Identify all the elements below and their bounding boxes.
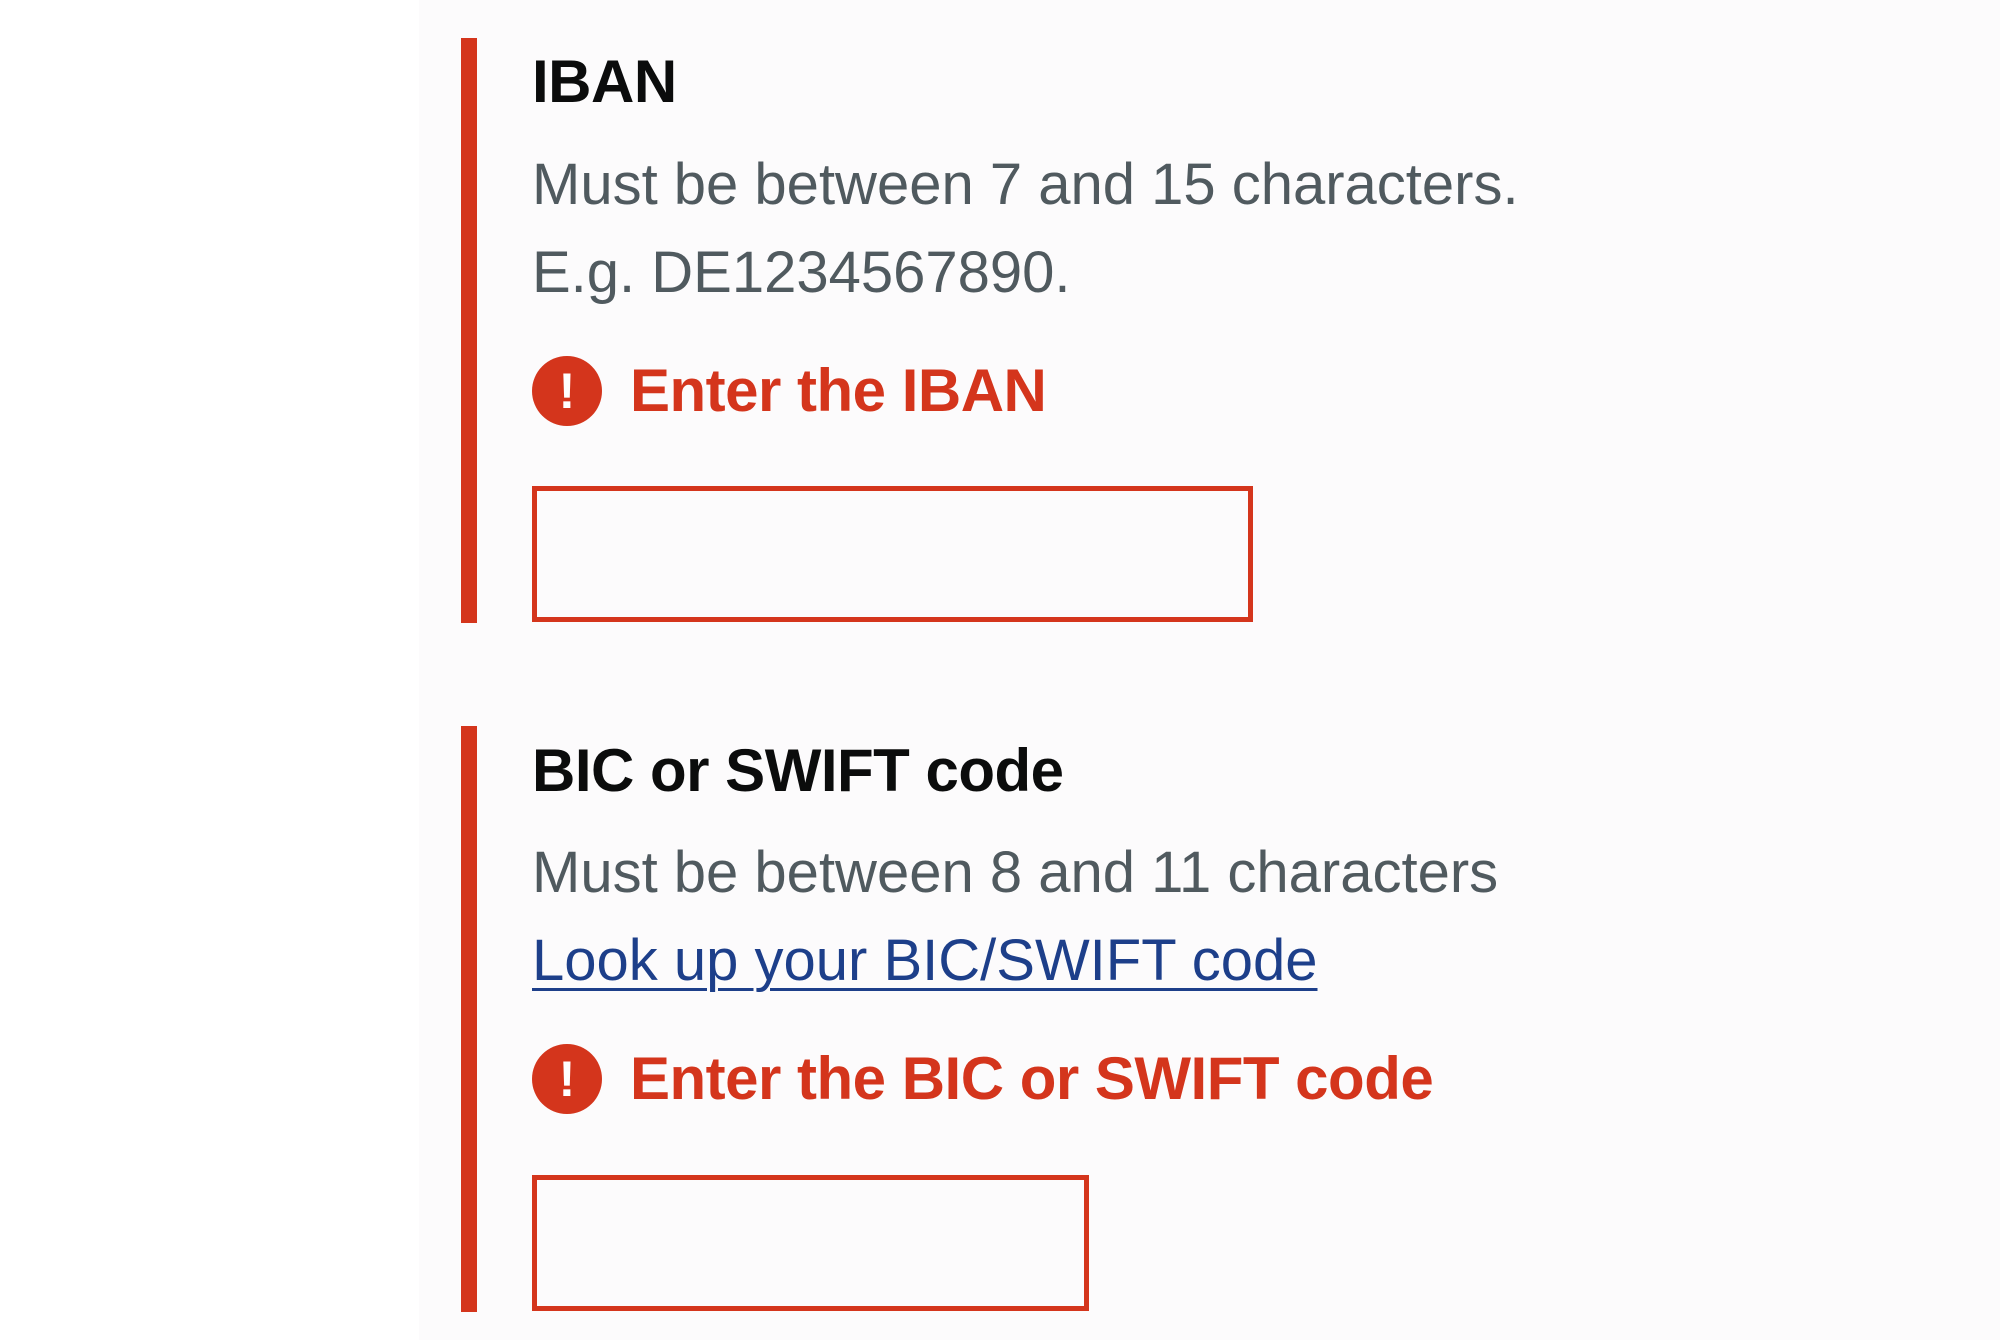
iban-error-bar — [461, 38, 477, 623]
bic-label: BIC or SWIFT code — [532, 737, 1064, 804]
bic-error-text: Enter the BIC or SWIFT code — [630, 1045, 1434, 1112]
iban-error-text: Enter the IBAN — [630, 357, 1047, 424]
iban-hint-line-1: Must be between 7 and 15 characters. — [532, 152, 1519, 217]
bic-form-group: BIC or SWIFT code Must be between 8 and … — [461, 726, 1761, 1312]
iban-input[interactable] — [532, 486, 1253, 622]
bic-error-bar — [461, 726, 477, 1312]
iban-label: IBAN — [532, 48, 677, 115]
bic-input[interactable] — [532, 1175, 1089, 1311]
exclamation-circle-icon: ! — [532, 1044, 602, 1114]
bic-hint: Must be between 8 and 11 characters — [532, 840, 1499, 905]
iban-form-group: IBAN Must be between 7 and 15 characters… — [461, 38, 1761, 623]
exclamation-circle-icon: ! — [532, 356, 602, 426]
iban-error-message: ! Enter the IBAN — [532, 356, 1047, 426]
iban-hint-line-2: E.g. DE1234567890. — [532, 240, 1071, 305]
bic-lookup-link[interactable]: Look up your BIC/SWIFT code — [532, 932, 1318, 990]
bic-error-message: ! Enter the BIC or SWIFT code — [532, 1044, 1434, 1114]
